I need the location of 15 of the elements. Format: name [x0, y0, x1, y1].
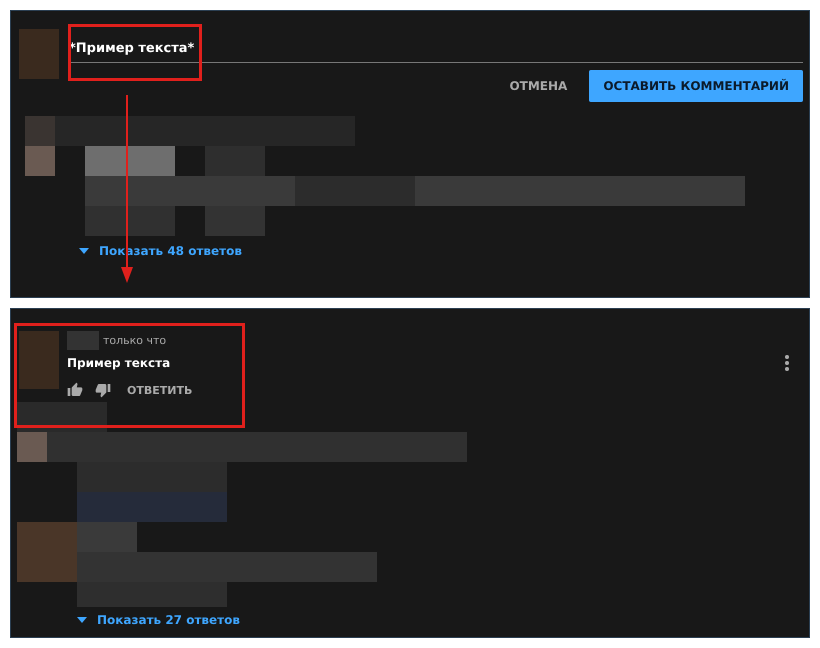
reply-button[interactable]: ОТВЕТИТЬ: [123, 384, 196, 396]
author-name-blur: [67, 331, 99, 350]
caret-icon: [77, 617, 87, 623]
submit-button[interactable]: ОСТАВИТЬ КОММЕНТАРИЙ: [589, 70, 803, 102]
avatar: [19, 29, 59, 79]
avatar: [19, 331, 59, 389]
thumbs-up-icon[interactable]: [67, 382, 83, 398]
comment-text: Пример текста: [67, 356, 172, 370]
comment-input-field[interactable]: *Пример текста*: [69, 29, 803, 63]
comment-time: только что: [103, 334, 166, 347]
thumbs-down-icon[interactable]: [95, 382, 111, 398]
cancel-button[interactable]: ОТМЕНА: [499, 71, 578, 101]
show-replies-link[interactable]: Показать 27 ответов: [97, 613, 240, 627]
caret-icon: [79, 248, 89, 254]
more-icon[interactable]: [785, 355, 789, 371]
